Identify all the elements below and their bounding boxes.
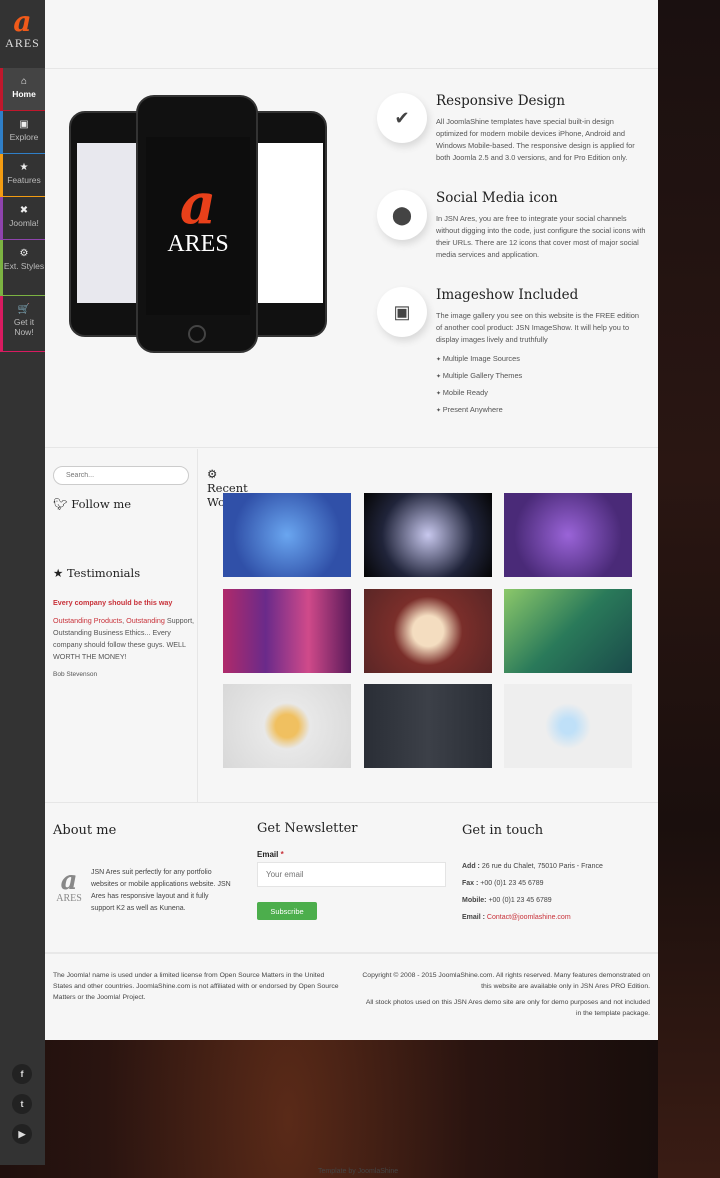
gallery-item[interactable] [223,589,351,673]
logo[interactable]: a ARES [0,0,45,68]
newsletter-email-input[interactable] [257,862,446,887]
template-credit[interactable]: Template by JoomlaShine [318,1168,398,1175]
background [658,0,720,1178]
gallery-item[interactable] [504,589,632,673]
gear-icon: ⚙ [19,248,29,259]
left-sidebar: 🐦︎ Follow me ★ Testimonials Every compan… [45,449,198,802]
nav-features[interactable]: ★ Features [0,154,45,197]
nav-home[interactable]: ⌂ Home [0,68,45,111]
feature-social: ⬤ Social Media icon In JSN Ares, you are… [377,190,647,261]
testimonials-heading: ★ Testimonials [53,566,141,580]
contact-info: Add : 26 rue du Chalet, 75010 Paris - Fr… [462,863,603,921]
footer-widgets: About me a ARES JSN Ares suit perfectly f… [45,802,658,952]
testimonial: Every company should be this way Outstan… [53,598,195,678]
follow-heading: 🐦︎ Follow me [53,497,132,511]
nav-explore[interactable]: ▣ Explore [0,111,45,154]
gallery-item[interactable] [504,684,632,768]
testimonial-link[interactable]: Outstanding [126,616,165,625]
copyright-bar: The Joomla! name is used under a limited… [45,952,658,1040]
hero-section: a ARES ✔ Responsive Design All JoomlaShi… [45,68,658,448]
star-icon: ★ [19,162,29,173]
gallery-item[interactable] [364,684,492,768]
nav-get-it-now[interactable]: 🛒 Get it Now! [0,296,45,352]
map-marker-icon: ⬤ [377,190,427,240]
gallery-item[interactable] [504,493,632,577]
feature-imageshow: ▣ Imageshow Included The image gallery y… [377,287,647,422]
gallery-item[interactable] [223,684,351,768]
testimonial-link[interactable]: Outstanding Products [53,616,122,625]
nav-joomla[interactable]: ✖ Joomla! [0,197,45,240]
gallery-item[interactable] [223,493,351,577]
nav-ext-styles[interactable]: ⚙ Ext. Styles [0,240,45,296]
joomla-icon: ✖ [19,205,29,216]
gallery-item[interactable] [364,493,492,577]
home-icon: ⌂ [20,76,28,87]
star-icon: ★ [53,566,67,580]
ares-logo: a ARES [56,866,82,904]
list-item: Mobile Ready [436,388,647,405]
gear-icon: ⚙ [207,467,218,481]
feature-responsive: ✔ Responsive Design All JoomlaShine temp… [377,93,647,164]
main-content: a ARES ✔ Responsive Design All JoomlaShi… [45,0,658,1040]
search-input[interactable] [53,466,189,485]
picture-icon: ▣ [377,287,427,337]
sidebar: a ARES ⌂ Home ▣ Explore ★ Features ✖ Joomla! … [0,0,45,1165]
twitter-icon[interactable]: t [12,1094,32,1114]
contact-email-link[interactable]: Contact@joomlashine.com [487,914,571,921]
twitter-icon: 🐦︎ [53,497,72,511]
subscribe-button[interactable]: Subscribe [257,902,317,920]
facebook-icon[interactable]: f [12,1064,32,1084]
check-circle-icon: ✔ [377,93,427,143]
image-icon: ▣ [19,119,29,130]
list-item: Multiple Gallery Themes [436,371,647,388]
list-item: Present Anywhere [436,405,647,422]
gallery-item[interactable] [364,589,492,673]
list-item: Multiple Image Sources [436,354,647,371]
youtube-icon[interactable]: ▶ [12,1124,32,1144]
cart-icon: 🛒 [17,304,31,315]
